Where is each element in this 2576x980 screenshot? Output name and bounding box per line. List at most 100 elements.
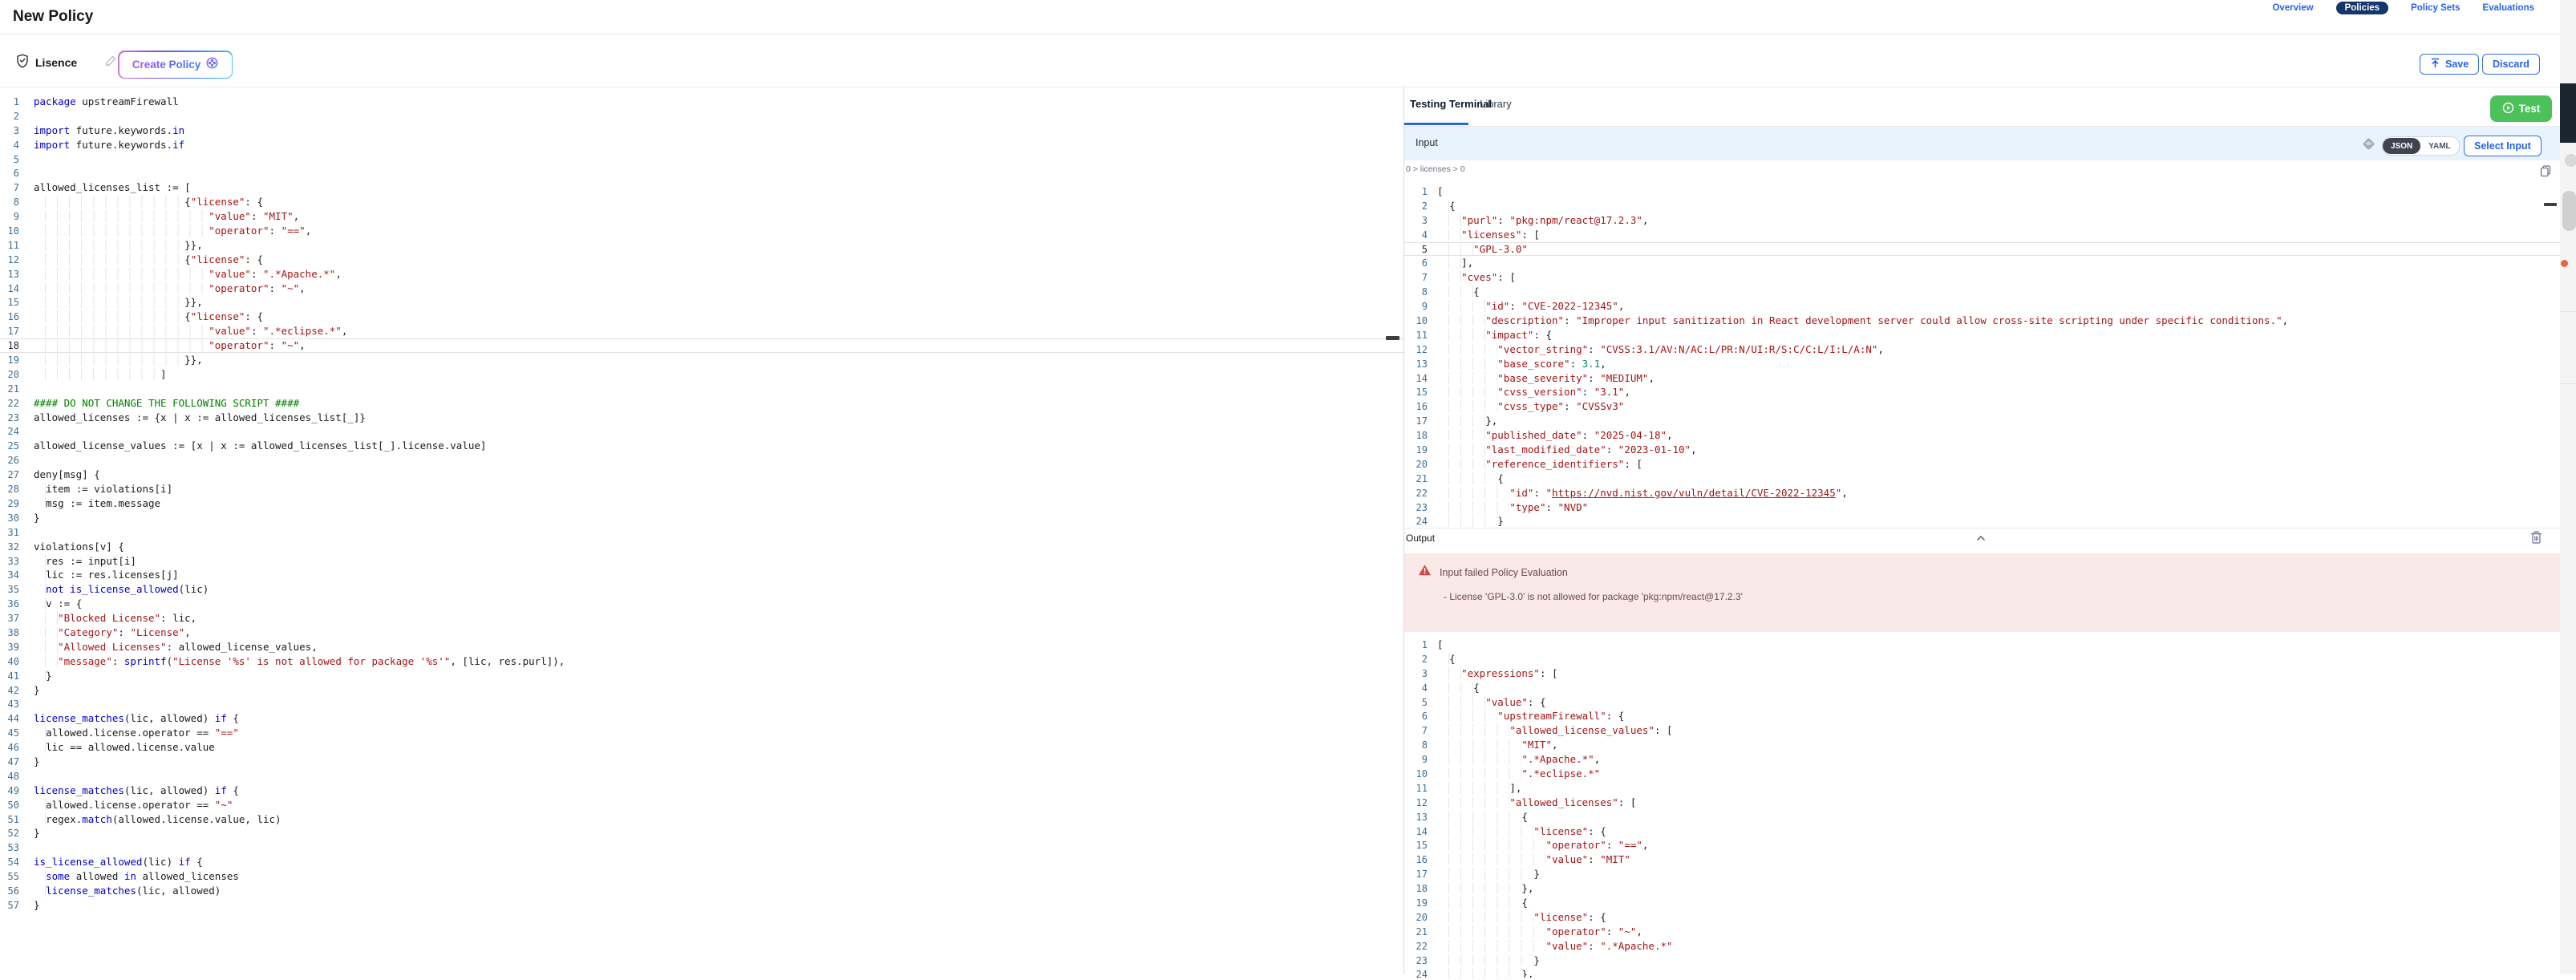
nav-item-policies[interactable]: Policies — [2336, 2, 2388, 14]
tab-library[interactable]: Library — [1480, 98, 1512, 110]
format-toggle-yaml[interactable]: YAML — [2420, 142, 2458, 151]
code-line[interactable]: 51 regex.match(allowed.license.value, li… — [0, 812, 1403, 827]
code-line[interactable]: 21 { — [1404, 472, 2560, 486]
code-line[interactable]: 12 "vector_string": "CVSS:3.1/AV:N/AC:L/… — [1404, 342, 2560, 357]
code-line[interactable]: 40 "message": sprintf("License '%s' is n… — [0, 654, 1403, 669]
create-policy-button[interactable]: Create Policy — [118, 51, 233, 79]
code-line[interactable]: 6 — [0, 166, 1403, 180]
code-line[interactable]: 48 — [0, 769, 1403, 784]
code-line[interactable]: 21 — [0, 382, 1403, 396]
code-line[interactable]: 50 allowed.license.operator == "~" — [0, 798, 1403, 812]
code-line[interactable]: 15 "operator": "==", — [1404, 838, 2560, 852]
code-line[interactable]: 36 v := { — [0, 597, 1403, 611]
code-line[interactable]: 54is_license_allowed(lic) if { — [0, 855, 1403, 869]
code-line[interactable]: 27deny[msg] { — [0, 468, 1403, 482]
code-line[interactable]: 7allowed_licenses_list := [ — [0, 180, 1403, 195]
code-line[interactable]: 57} — [0, 898, 1403, 913]
code-line[interactable]: 20 ] — [0, 367, 1403, 382]
code-line[interactable]: 44license_matches(lic, allowed) if { — [0, 711, 1403, 726]
code-line[interactable]: 7 "cves": [ — [1404, 270, 2560, 285]
code-line[interactable]: 24 } — [1404, 514, 2560, 528]
code-line[interactable]: 35 not is_license_allowed(lic) — [0, 582, 1403, 597]
code-line[interactable]: 30} — [0, 511, 1403, 525]
code-line[interactable]: 5 — [0, 152, 1403, 167]
code-line[interactable]: 3import future.keywords.in — [0, 124, 1403, 138]
code-line[interactable]: 20 "license": { — [1404, 910, 2560, 925]
code-line[interactable]: 17 }, — [1404, 414, 2560, 428]
code-line[interactable]: 34 lic := res.licenses[j] — [0, 568, 1403, 582]
code-line[interactable]: 18 "published_date": "2025-04-18", — [1404, 428, 2560, 443]
code-line[interactable]: 1[ — [1404, 184, 2560, 199]
code-line[interactable]: 21 "operator": "~", — [1404, 925, 2560, 939]
code-line[interactable]: 1package upstreamFirewall — [0, 95, 1403, 109]
chevron-up-icon[interactable] — [1975, 532, 1987, 545]
test-button[interactable]: Test — [2490, 95, 2552, 122]
code-line[interactable]: 24 — [0, 424, 1403, 439]
code-line[interactable]: 20 "reference_identifiers": [ — [1404, 457, 2560, 472]
code-line[interactable]: 15 "cvss_version": "3.1", — [1404, 385, 2560, 399]
code-line[interactable]: 8 "MIT", — [1404, 738, 2560, 752]
select-input-button[interactable]: Select Input — [2464, 136, 2542, 156]
code-line[interactable]: 55 some allowed in allowed_licenses — [0, 869, 1403, 884]
code-line[interactable]: 42} — [0, 683, 1403, 698]
code-line[interactable]: 41 } — [0, 669, 1403, 683]
code-line[interactable]: 10 "operator": "==", — [0, 224, 1403, 238]
code-line[interactable]: 46 lic == allowed.license.value — [0, 740, 1403, 755]
code-line[interactable]: 16 "cvss_type": "CVSSv3" — [1404, 399, 2560, 414]
code-line[interactable]: 1[ — [1404, 638, 2560, 652]
code-line[interactable]: 4 "licenses": [ — [1404, 228, 2560, 242]
code-line[interactable]: 14 "license": { — [1404, 824, 2560, 839]
code-line[interactable]: 52} — [0, 826, 1403, 840]
code-line[interactable]: 19 }}, — [0, 353, 1403, 367]
nav-item-evaluations[interactable]: Evaluations — [2482, 3, 2534, 13]
code-line[interactable]: 24 }, — [1404, 967, 2560, 978]
code-line[interactable]: 15 }}, — [0, 295, 1403, 310]
code-line[interactable]: 13 { — [1404, 810, 2560, 824]
code-line[interactable]: 17 "value": ".*eclipse.*", — [0, 324, 1403, 338]
code-line[interactable]: 37 "Blocked License": lic, — [0, 611, 1403, 626]
code-line[interactable]: 47} — [0, 755, 1403, 769]
code-line[interactable]: 23allowed_licenses := {x | x := allowed_… — [0, 411, 1403, 425]
code-line[interactable]: 22 "value": ".*Apache.*" — [1404, 939, 2560, 954]
code-line[interactable]: 4 { — [1404, 681, 2560, 695]
discard-button[interactable]: Discard — [2482, 54, 2540, 75]
format-toggle-json[interactable]: JSON — [2383, 138, 2420, 154]
code-line[interactable]: 9 "id": "CVE-2022-12345", — [1404, 299, 2560, 314]
code-line[interactable]: 22 "id": "https://nvd.nist.gov/vuln/deta… — [1404, 486, 2560, 500]
code-line[interactable]: 25allowed_license_values := [x | x := al… — [0, 439, 1403, 453]
code-line[interactable]: 2 { — [1404, 652, 2560, 666]
code-line[interactable]: 2 { — [1404, 199, 2560, 213]
code-line[interactable]: 7 "allowed_license_values": [ — [1404, 723, 2560, 738]
policy-code-editor[interactable]: 1package upstreamFirewall23import future… — [0, 88, 1403, 980]
code-line[interactable]: 4import future.keywords.if — [0, 138, 1403, 152]
code-line[interactable]: 49license_matches(lic, allowed) if { — [0, 784, 1403, 798]
code-line[interactable]: 56 license_matches(lic, allowed) — [0, 884, 1403, 898]
code-line[interactable]: 3 "purl": "pkg:npm/react@17.2.3", — [1404, 213, 2560, 228]
code-line[interactable]: 14 "operator": "~", — [0, 281, 1403, 296]
code-line[interactable]: 31 — [0, 525, 1403, 540]
nav-item-overview[interactable]: Overview — [2272, 3, 2313, 13]
code-line[interactable]: 6 "upstreamFirewall": { — [1404, 709, 2560, 723]
code-line[interactable]: 9 ".*Apache.*", — [1404, 752, 2560, 767]
code-line[interactable]: 5 "value": { — [1404, 695, 2560, 710]
code-line[interactable]: 2 — [0, 109, 1403, 124]
code-line[interactable]: 16 {"license": { — [0, 310, 1403, 324]
trash-icon[interactable] — [2529, 530, 2543, 545]
output-json-editor[interactable]: 1[2 {3 "expressions": [4 {5 "value": {6 … — [1404, 634, 2560, 978]
input-json-editor[interactable]: 1[2 {3 "purl": "pkg:npm/react@17.2.3",4 … — [1404, 181, 2560, 531]
code-line[interactable]: 16 "value": "MIT" — [1404, 852, 2560, 867]
code-line[interactable]: 18 }, — [1404, 881, 2560, 896]
code-line[interactable]: 13 "base_score": 3.1, — [1404, 357, 2560, 371]
code-line[interactable]: 8 { — [1404, 285, 2560, 299]
code-line[interactable]: 23 } — [1404, 954, 2560, 968]
code-line[interactable]: 19 { — [1404, 896, 2560, 910]
code-line[interactable]: 10 "description": "Improper input saniti… — [1404, 314, 2560, 328]
copy-icon[interactable] — [2539, 164, 2552, 177]
code-line[interactable]: 5 "GPL-3.0" — [1404, 242, 2560, 257]
code-line[interactable]: 23 "type": "NVD" — [1404, 500, 2560, 515]
code-line[interactable]: 11 "impact": { — [1404, 328, 2560, 342]
nav-item-policy-sets[interactable]: Policy Sets — [2411, 3, 2460, 13]
code-line[interactable]: 28 item := violations[i] — [0, 482, 1403, 496]
code-line[interactable]: 12 {"license": { — [0, 253, 1403, 267]
code-line[interactable]: 10 ".*eclipse.*" — [1404, 767, 2560, 781]
